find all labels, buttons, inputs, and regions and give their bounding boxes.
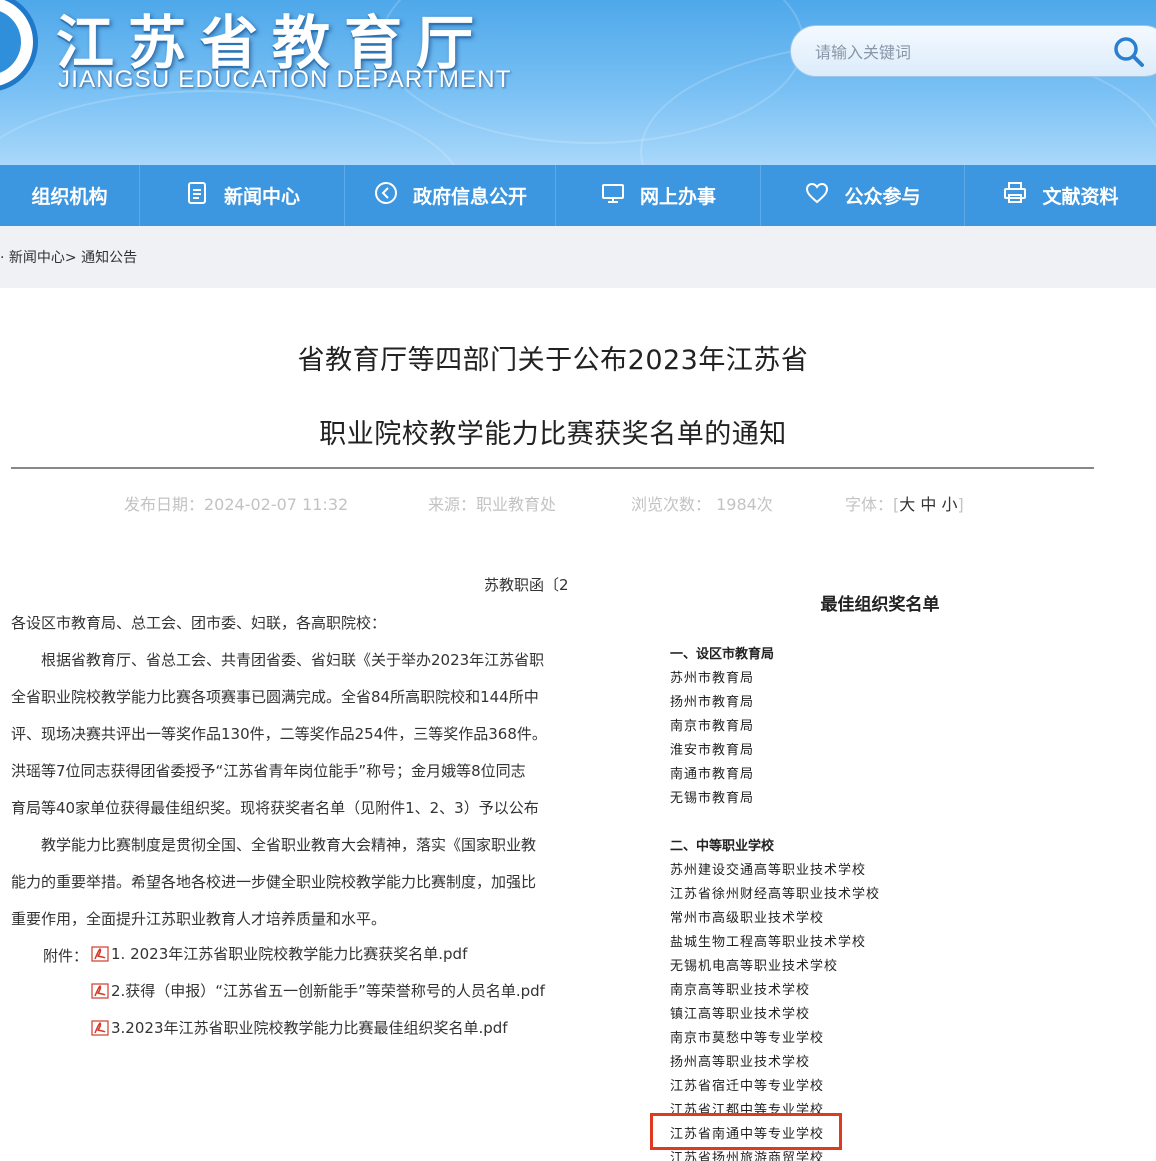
award-list-item: 江苏省宿迁中等专业学校 (670, 1079, 825, 1094)
font-size-large[interactable]: 大 (899, 495, 915, 514)
attachment-name: 2.获得（申报）“江苏省五一创新能手”等荣誉称号的人员名单.pdf (111, 982, 545, 1000)
article-title-line1: 省教育厅等四部门关于公布2023年江苏省 (297, 345, 809, 376)
attachment-label: 附件： (43, 947, 89, 965)
nav-label: 组织机构 (31, 186, 108, 208)
award-list-item: 江苏省徐州财经高等职业技术学校 (670, 887, 881, 902)
pdf-icon (91, 1019, 109, 1036)
attachment-name: 1. 2023年江苏省职业院校教学能力比赛获奖名单.pdf (111, 945, 468, 963)
article-paragraph: 育局等40家单位获得最佳组织奖。现将获奖者名单（见附件1、2、3）予以公布 (11, 799, 539, 817)
article-paragraph: 洪瑶等7位同志获得团省委授予“江苏省青年岗位能手”称号；金月娥等8位同志 (11, 762, 526, 780)
article-paragraph: 重要作用，全面提升江苏职业教育人才培养质量和水平。 (11, 910, 387, 928)
award-list-image: 最佳组织奖名单 一、设区市教育局 苏州市教育局 扬州市教育局 南京市教育局 淮安… (640, 560, 1080, 1161)
breadcrumb-prefix: · (0, 250, 5, 266)
search-icon[interactable] (1111, 34, 1147, 70)
site-logo[interactable] (0, 0, 38, 92)
main-nav: 组织机构 新闻中心 政府信息公开 网上办事 公众参与 文献资料 (0, 165, 1156, 226)
document-icon (184, 180, 210, 211)
heart-icon (804, 180, 830, 211)
award-list-item: 扬州高等职业技术学校 (670, 1055, 811, 1070)
breadcrumb-notices[interactable]: 通知公告 (81, 250, 137, 266)
award-list-item: 南京市莫愁中等专业学校 (670, 1031, 825, 1046)
nav-item-public-participation[interactable]: 公众参与 (761, 165, 965, 226)
pdf-icon (91, 945, 109, 962)
nav-item-documents[interactable]: 文献资料 (965, 165, 1156, 226)
nav-item-gov-info[interactable]: 政府信息公开 (345, 165, 556, 226)
article-paragraph: 评、现场决赛共评出一等奖作品130件，二等奖作品254件，三等奖作品368件。 (11, 725, 547, 743)
award-list-item: 南京高等职业技术学校 (670, 983, 811, 998)
title-divider (11, 467, 1094, 469)
attachment-link-3[interactable]: 3.2023年江苏省职业院校教学能力比赛最佳组织奖名单.pdf (91, 1017, 508, 1038)
view-count: 浏览次数： 1984次 (631, 495, 773, 514)
printer-icon (1002, 180, 1028, 211)
nav-item-news[interactable]: 新闻中心 (140, 165, 345, 226)
site-header: 江苏省教育厅 JIANGSU EDUCATION DEPARTMENT (0, 0, 1156, 165)
nav-item-organization[interactable]: 组织机构 (0, 165, 140, 226)
article-body: 各设区市教育局、总工会、团市委、妇联，各高职院校： 根据省教育厅、省总工会、共青… (0, 560, 568, 1160)
header-decoration (0, 90, 464, 165)
nav-item-online-services[interactable]: 网上办事 (556, 165, 761, 226)
nav-label: 文献资料 (1042, 186, 1119, 208)
font-size-small[interactable]: 小 (941, 495, 957, 514)
nav-label: 新闻中心 (223, 186, 300, 208)
site-title-en: JIANGSU EDUCATION DEPARTMENT (58, 66, 512, 93)
highlight-box (650, 1113, 842, 1150)
document-number: 苏教职函〔2 (484, 576, 568, 594)
article-paragraph: 全省职业院校教学能力比赛各项赛事已圆满完成。全省84所高职院校和144所中 (11, 688, 539, 706)
award-list-item: 无锡机电高等职业技术学校 (670, 959, 839, 974)
award-list-item: 扬州市教育局 (670, 695, 755, 710)
breadcrumb-news-center[interactable]: 新闻中心 (9, 250, 65, 266)
award-list-item: 南通市教育局 (670, 767, 755, 782)
breadcrumb-bar (0, 226, 1156, 288)
article-title-line2: 职业院校教学能力比赛获奖名单的通知 (319, 419, 787, 450)
award-list-item: 苏州建设交通高等职业技术学校 (670, 863, 867, 878)
article-paragraph: 教学能力比赛制度是贯彻全国、全省职业教育大会精神，落实《国家职业教 (11, 836, 537, 854)
search-box (790, 25, 1156, 77)
award-list-item: 南京市教育局 (670, 719, 755, 734)
nav-label: 公众参与 (844, 186, 921, 208)
article-paragraph: 能力的重要举措。希望各地各校进一步健全职业院校教学能力比赛制度，加强比 (11, 873, 537, 891)
breadcrumb: · 新闻中心> 通知公告 (0, 247, 137, 267)
article-paragraph: 根据省教育厅、省总工会、共青团省委、省妇联《关于举办2023年江苏省职 (11, 651, 545, 669)
doc-number-clip: 苏教职函〔2 (484, 560, 568, 600)
monitor-icon (600, 180, 626, 211)
nav-label: 政府信息公开 (412, 186, 527, 208)
award-list-item: 淮安市教育局 (670, 743, 755, 758)
font-size-medium[interactable]: 中 (920, 495, 936, 514)
breadcrumb-separator: > (64, 250, 77, 266)
award-list-item: 苏州市教育局 (670, 671, 755, 686)
article-paragraph: 各设区市教育局、总工会、团市委、妇联，各高职院校： (11, 614, 387, 632)
award-list-title: 最佳组织奖名单 (820, 595, 940, 615)
font-size-close: ] (957, 495, 964, 514)
attachment-name: 3.2023年江苏省职业院校教学能力比赛最佳组织奖名单.pdf (111, 1019, 508, 1037)
search-input[interactable] (815, 40, 1075, 64)
font-size-control: 字体：[大 中 小] (845, 491, 964, 515)
nav-label: 网上办事 (639, 186, 716, 208)
award-list-item: 无锡市教育局 (670, 791, 755, 806)
attachment-link-2[interactable]: 2.获得（申报）“江苏省五一创新能手”等荣誉称号的人员名单.pdf (91, 980, 545, 1001)
award-list-item: 镇江高等职业技术学校 (670, 1007, 811, 1022)
award-section-heading: 二、中等职业学校 (670, 839, 775, 854)
attachment-link-1[interactable]: 1. 2023年江苏省职业院校教学能力比赛获奖名单.pdf (91, 943, 467, 964)
font-size-label: 字体：[ (845, 495, 900, 514)
publish-date: 发布日期：2024-02-07 11:32 (124, 495, 349, 514)
award-section-heading: 一、设区市教育局 (670, 647, 775, 662)
article-source: 来源：职业教育处 (428, 495, 557, 514)
pdf-icon (91, 982, 109, 999)
play-circle-icon (373, 180, 399, 211)
award-list-item: 常州市高级职业技术学校 (670, 911, 825, 926)
award-list-item: 盐城生物工程高等职业技术学校 (670, 935, 867, 950)
